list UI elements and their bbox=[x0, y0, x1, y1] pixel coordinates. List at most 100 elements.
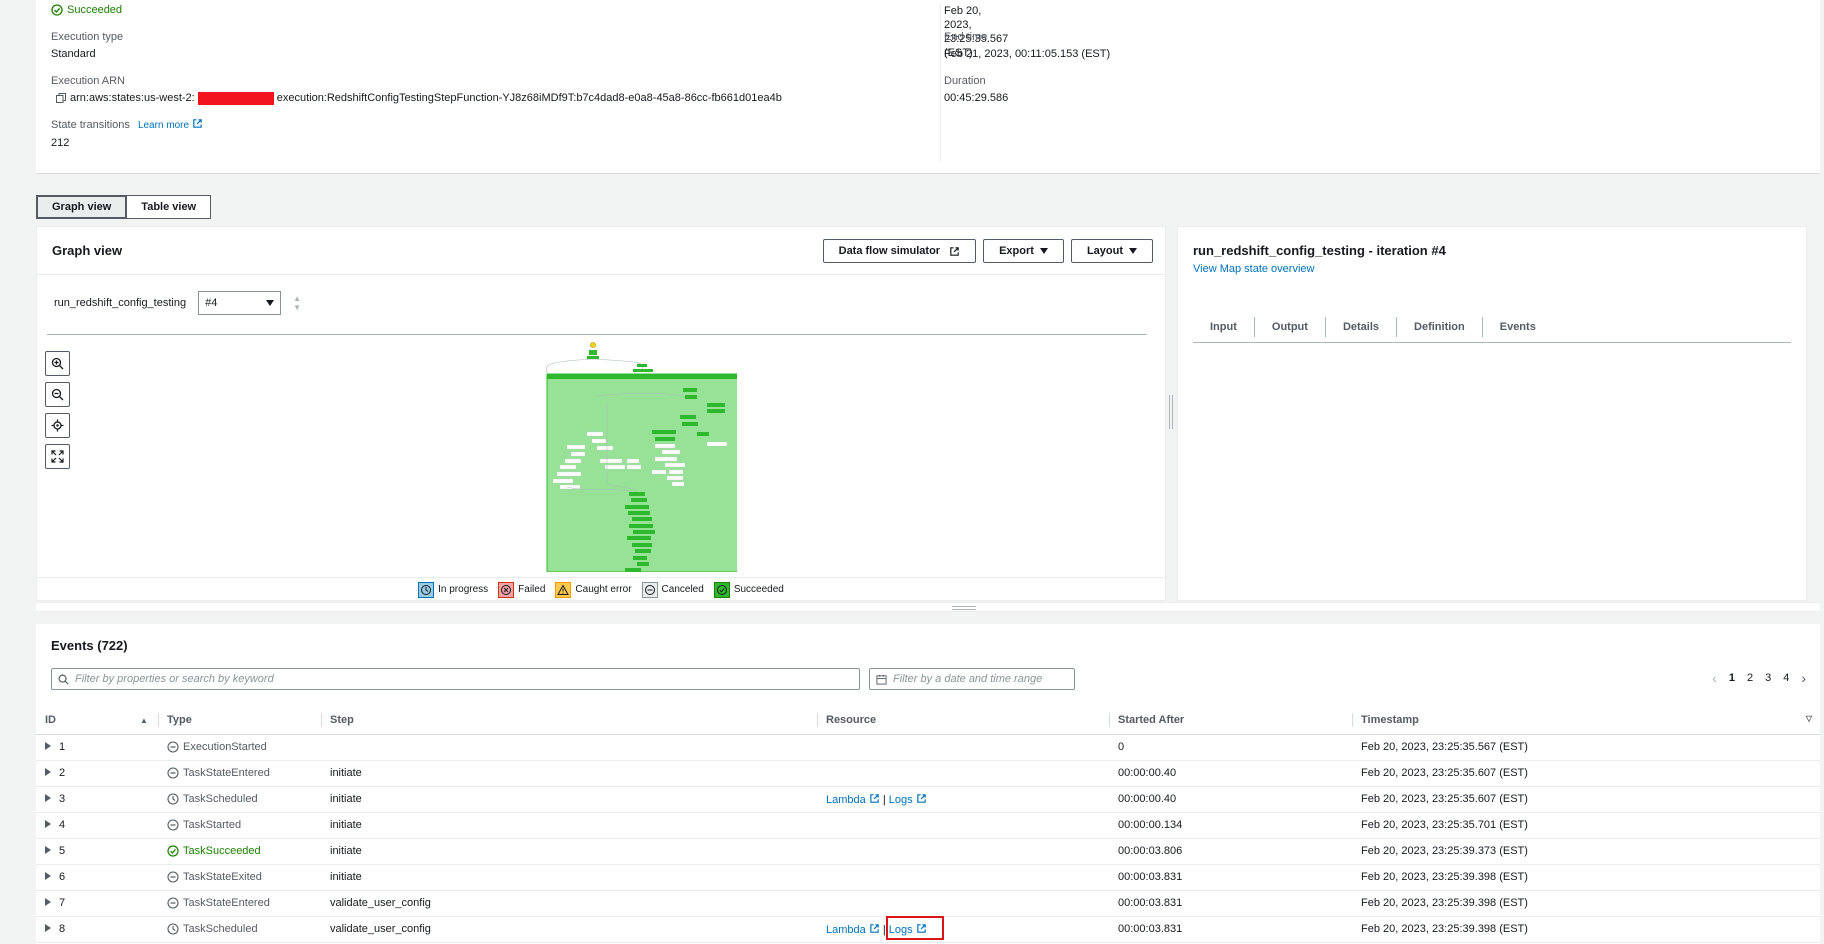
event-type: TaskScheduled bbox=[167, 793, 321, 805]
column-header-started-after[interactable]: Started After bbox=[1109, 706, 1352, 735]
cell-resource: Lambda | Logs bbox=[817, 916, 1109, 943]
copy-icon[interactable] bbox=[55, 92, 67, 104]
redacted-account-id bbox=[197, 91, 274, 105]
event-id: 7 bbox=[59, 897, 66, 909]
tab-events[interactable]: Events bbox=[1483, 317, 1553, 337]
column-header-timestamp[interactable]: Timestamp ▽ bbox=[1352, 706, 1820, 735]
events-title: Events (722) bbox=[51, 638, 128, 653]
event-type-text: TaskSucceeded bbox=[183, 845, 261, 857]
zoom-out-icon bbox=[51, 388, 64, 401]
expand-row-icon[interactable] bbox=[45, 924, 51, 932]
expand-row-icon[interactable] bbox=[45, 742, 51, 750]
iteration-select[interactable]: #4 bbox=[198, 291, 282, 315]
column-header-step[interactable]: Step bbox=[321, 706, 817, 735]
cell-id: 6 bbox=[36, 864, 158, 891]
cell-type: TaskScheduled bbox=[158, 786, 321, 813]
chevron-right-icon[interactable]: › bbox=[1801, 671, 1806, 685]
table-row[interactable]: 6 TaskStateExited initiate 00:00:03.831 Feb … bbox=[36, 864, 1820, 891]
data-flow-simulator-button[interactable]: Data flow simulator bbox=[822, 239, 977, 263]
state-machine-graph[interactable] bbox=[507, 342, 737, 572]
tab-input[interactable]: Input bbox=[1193, 317, 1255, 337]
lambda-link[interactable]: Lambda bbox=[826, 794, 880, 806]
layout-button[interactable]: Layout bbox=[1070, 239, 1153, 263]
event-type-text: TaskStateEntered bbox=[183, 767, 270, 779]
zoom-out-button[interactable] bbox=[45, 382, 70, 407]
tab-graph-view[interactable]: Graph view bbox=[36, 195, 128, 219]
table-row[interactable]: 1 ExecutionStarted 0 Feb 20, 2023, 23:25:35… bbox=[36, 734, 1820, 761]
expand-row-icon[interactable] bbox=[45, 768, 51, 776]
external-link-icon bbox=[193, 119, 202, 128]
event-type: TaskStateEntered bbox=[167, 767, 321, 779]
expand-row-icon[interactable] bbox=[45, 820, 51, 828]
page-4[interactable]: 4 bbox=[1783, 672, 1789, 684]
page-3[interactable]: 3 bbox=[1765, 672, 1771, 684]
export-button[interactable]: Export bbox=[983, 239, 1064, 263]
duration-value: 00:45:29.586 bbox=[944, 92, 1009, 104]
tab-definition[interactable]: Definition bbox=[1397, 317, 1483, 337]
column-label: ID bbox=[45, 713, 56, 726]
graph-legend: In progress Failed Caught error Canceled… bbox=[37, 577, 1165, 601]
column-header-id[interactable]: ID ▲ bbox=[36, 706, 158, 735]
legend-label: Canceled bbox=[661, 584, 704, 595]
execution-type-field: Execution type Standard bbox=[51, 30, 123, 61]
events-search-input[interactable]: Filter by properties or search by keywor… bbox=[51, 668, 860, 690]
vertical-resize-handle[interactable] bbox=[1167, 395, 1175, 429]
table-row[interactable]: 7 TaskStateEntered validate_user_config 00:… bbox=[36, 890, 1820, 917]
expand-row-icon[interactable] bbox=[45, 846, 51, 854]
events-table: ID ▲ Type Step Resource Started After Tim… bbox=[36, 706, 1820, 943]
table-header-row: ID ▲ Type Step Resource Started After Tim… bbox=[36, 706, 1820, 735]
cell-timestamp: Feb 20, 2023, 23:25:35.567 (EST) bbox=[1352, 734, 1820, 761]
table-row[interactable]: 3 TaskScheduled initiate Lambda | Logs 00:00… bbox=[36, 786, 1820, 813]
tab-table-view[interactable]: Table view bbox=[127, 195, 212, 219]
sort-ascending-icon: ▲ bbox=[140, 715, 148, 725]
column-header-resource[interactable]: Resource bbox=[817, 706, 1109, 735]
cell-resource bbox=[817, 890, 1109, 917]
center-button[interactable] bbox=[45, 413, 70, 438]
caret-down-icon bbox=[1039, 248, 1048, 254]
minus-circle-icon bbox=[167, 871, 179, 883]
cell-timestamp: Feb 20, 2023, 23:25:35.701 (EST) bbox=[1352, 812, 1820, 839]
fit-to-screen-button[interactable] bbox=[45, 444, 70, 469]
lambda-link[interactable]: Lambda bbox=[826, 924, 880, 936]
learn-more-link[interactable]: Learn more bbox=[138, 119, 203, 131]
chevron-left-icon[interactable]: ‹ bbox=[1712, 671, 1717, 685]
graph-toolbar: Data flow simulator Export Layout bbox=[822, 239, 1153, 263]
table-row[interactable]: 4 TaskStarted initiate 00:00:00.134 Feb 20, … bbox=[36, 812, 1820, 839]
tab-details[interactable]: Details bbox=[1326, 317, 1398, 337]
column-header-type[interactable]: Type bbox=[158, 706, 321, 735]
column-label: Type bbox=[167, 713, 192, 726]
tab-output[interactable]: Output bbox=[1255, 317, 1326, 337]
horizontal-resize-handle[interactable] bbox=[36, 602, 1820, 612]
page-2[interactable]: 2 bbox=[1747, 672, 1753, 684]
external-link-icon bbox=[916, 793, 926, 803]
search-icon bbox=[58, 674, 69, 685]
cell-step bbox=[321, 734, 817, 761]
page-1[interactable]: 1 bbox=[1729, 672, 1735, 684]
pagination: ‹ 1 2 3 4 › bbox=[1712, 671, 1806, 685]
graph-panel: Graph view Data flow simulator Export La… bbox=[36, 226, 1166, 601]
view-map-state-overview-link[interactable]: View Map state overview bbox=[1193, 263, 1314, 275]
expand-row-icon[interactable] bbox=[45, 794, 51, 802]
execution-arn-field: Execution ARN arn:aws:states:us-west-2: … bbox=[51, 74, 782, 105]
legend-label: In progress bbox=[438, 584, 489, 595]
table-row[interactable]: 2 TaskStateEntered initiate 00:00:00.40 Feb … bbox=[36, 760, 1820, 787]
iteration-detail-panel: run_redshift_config_testing - iteration … bbox=[1177, 226, 1807, 601]
expand-row-icon[interactable] bbox=[45, 872, 51, 880]
table-row[interactable]: 5 TaskSucceeded initiate 00:00:03.806 Feb 20… bbox=[36, 838, 1820, 865]
cell-id: 7 bbox=[36, 890, 158, 917]
iteration-stepper[interactable]: ▲ ▼ bbox=[293, 294, 301, 312]
event-id: 6 bbox=[59, 871, 66, 883]
arn-suffix: execution:RedshiftConfigTestingStepFunct… bbox=[276, 92, 782, 104]
zoom-in-button[interactable] bbox=[45, 351, 70, 376]
event-type-text: TaskStarted bbox=[183, 819, 242, 831]
failed-icon bbox=[498, 581, 515, 598]
column-label: Timestamp bbox=[1361, 713, 1419, 726]
cell-type: TaskStarted bbox=[158, 812, 321, 839]
cell-started-after: 00:00:03.831 bbox=[1109, 864, 1352, 891]
state-transitions-label-row: State transitions Learn more bbox=[51, 118, 203, 133]
logs-link[interactable]: Logs bbox=[889, 794, 927, 806]
resource-separator: | bbox=[879, 793, 889, 806]
expand-row-icon[interactable] bbox=[45, 898, 51, 906]
external-link-icon bbox=[870, 793, 879, 803]
date-range-filter[interactable]: Filter by a date and time range bbox=[869, 668, 1075, 690]
